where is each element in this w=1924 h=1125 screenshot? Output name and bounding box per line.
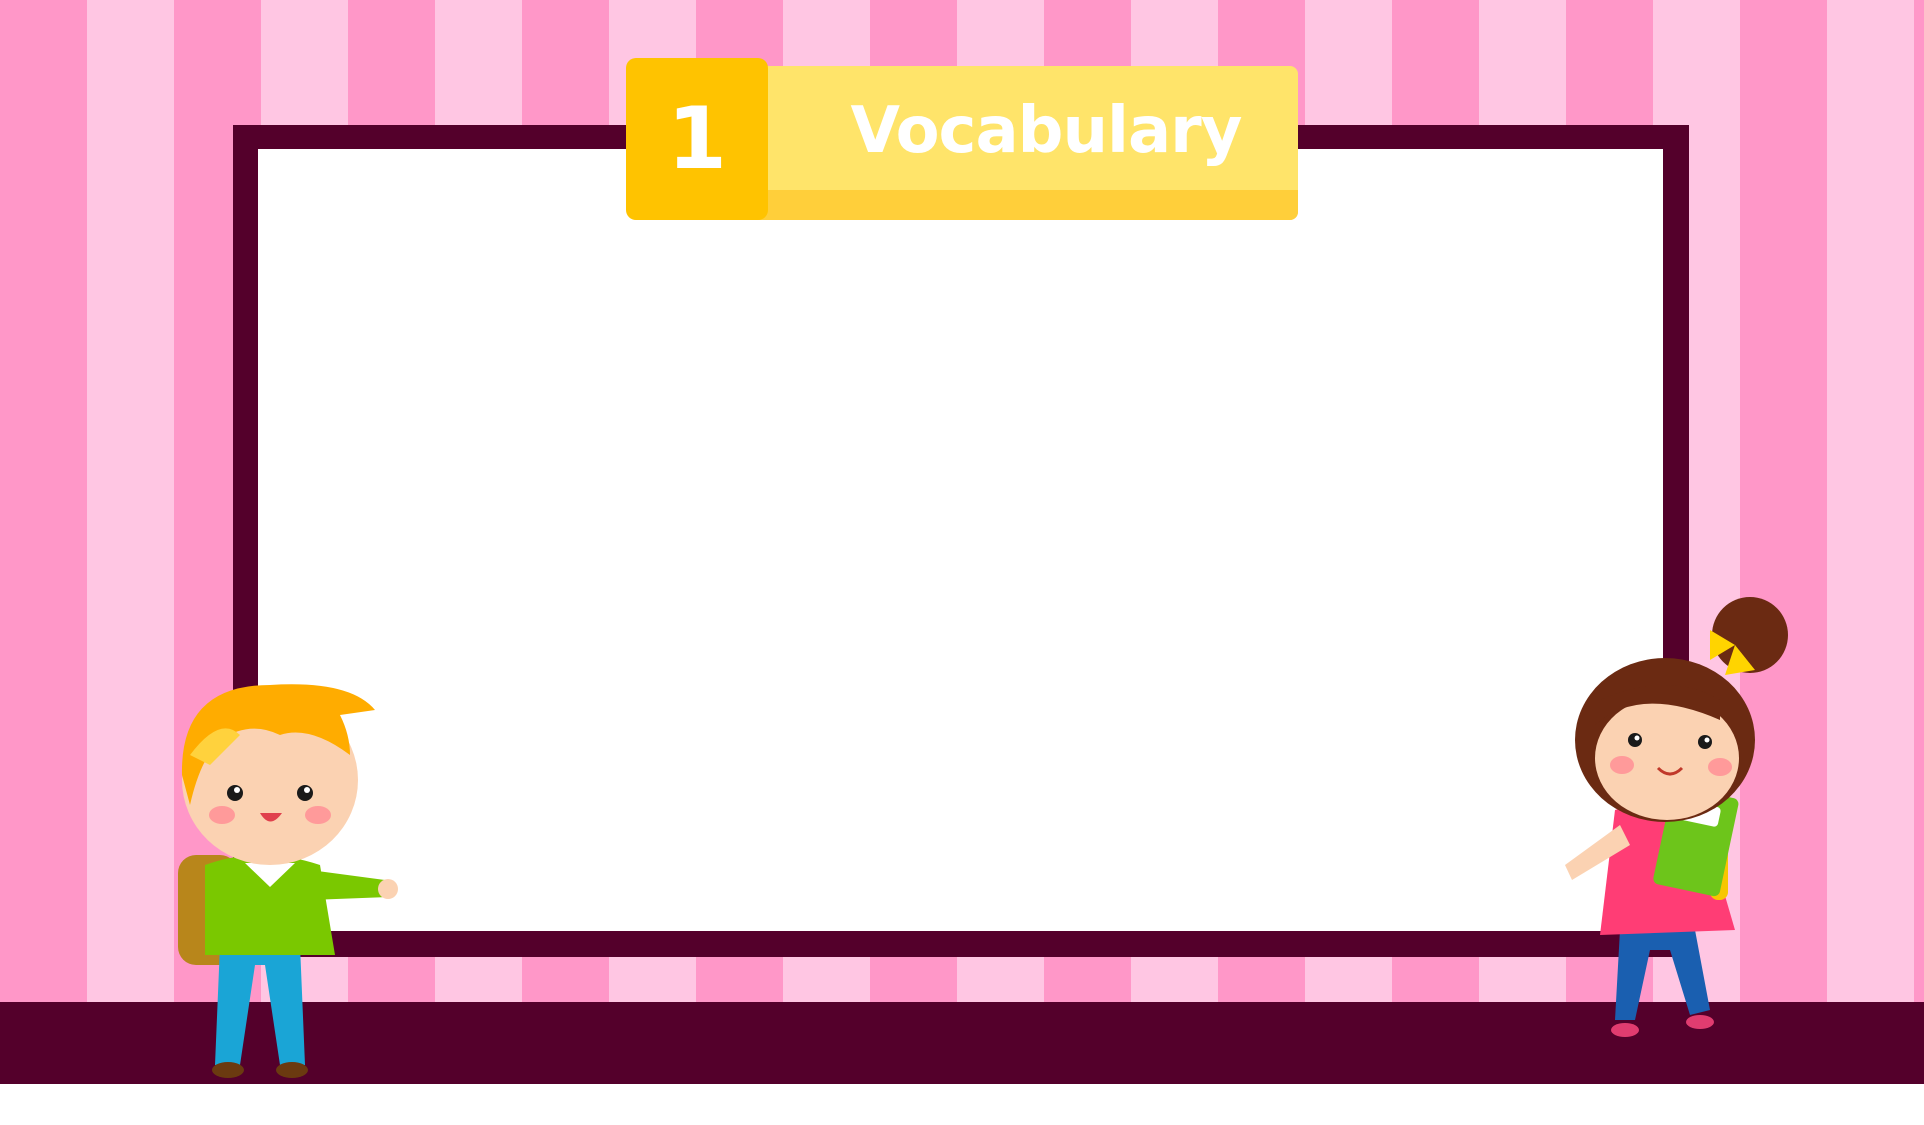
banner-title: Vocabulary bbox=[850, 94, 1243, 168]
lesson-number: 1 bbox=[626, 58, 768, 220]
girl-with-book-icon bbox=[1565, 597, 1788, 1037]
boy-with-backpack-icon bbox=[178, 684, 398, 1078]
title-banner: 1 Vocabulary bbox=[626, 58, 1298, 220]
whiteboard bbox=[258, 149, 1663, 931]
